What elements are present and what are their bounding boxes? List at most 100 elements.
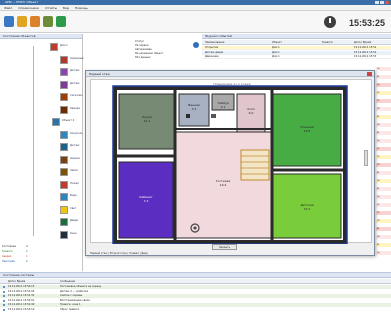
strip-cell[interactable]: Сб <box>376 219 391 223</box>
strip-cell[interactable]: Вт <box>376 75 391 79</box>
menu-item-reports[interactable]: Отчёты <box>45 6 57 10</box>
strip-cell[interactable]: Пт <box>376 99 391 103</box>
close-button[interactable] <box>385 1 389 4</box>
strip-cell[interactable]: Вс <box>376 115 391 119</box>
tree-item[interactable]: Сигнализ. <box>0 92 83 102</box>
strip-cell[interactable]: Пт <box>376 155 391 159</box>
close-dialog-button[interactable]: Закрыть <box>212 244 237 250</box>
tree-item[interactable]: Охранный <box>0 55 83 65</box>
log-message: Тревога: зона 1 <box>60 303 81 307</box>
log-row[interactable]: 15.12.2011 15:50:15 Постановка объекта на… <box>0 285 391 289</box>
column-header[interactable]: Дата / Время <box>8 279 25 284</box>
strip-cell[interactable]: Ср <box>376 139 391 143</box>
device-icon <box>60 230 68 239</box>
column-header[interactable]: Сообщение <box>60 279 75 284</box>
strip-cell[interactable]: Чт <box>376 203 391 207</box>
tree-connector <box>33 46 34 236</box>
strip-cell[interactable]: Пн <box>376 235 391 239</box>
legend-label: Тревога <box>2 250 13 253</box>
tree-item[interactable]: Вода <box>0 192 83 202</box>
strip-cell[interactable]: Сб <box>376 163 391 167</box>
tree-item[interactable]: Контроль <box>0 130 83 140</box>
journal-cell: Датчик двери <box>205 50 224 54</box>
menu-item-directories[interactable]: Справочники <box>18 6 39 10</box>
journal-row[interactable]: Датчик двери Дом 1 15.12.2011 15:52 <box>202 50 391 55</box>
strip-cell[interactable]: Вт <box>376 131 391 135</box>
menu-item-view[interactable]: Вид <box>63 6 69 10</box>
column-header[interactable]: Тревога <box>322 40 333 45</box>
dialog-title[interactable]: Первый этаж <box>86 71 374 77</box>
tree-item[interactable]: Датчик <box>0 142 83 152</box>
log-message: Датчик 2 — сработка <box>60 289 89 293</box>
column-header[interactable]: Дата / Время <box>354 40 371 45</box>
device-icon <box>60 205 68 214</box>
camera-lens <box>193 226 197 230</box>
prop-row: Нет данных <box>135 56 151 59</box>
menu-item-file[interactable]: Файл <box>4 6 12 10</box>
sensor-icon[interactable] <box>186 114 190 118</box>
tree-item-label: Дом 1 <box>60 44 68 47</box>
tree-item[interactable]: Охрана <box>0 155 83 165</box>
tree-item-label: Камера <box>70 106 80 110</box>
log-row[interactable]: 15.12.2011 15:52:01 Восстановление связи <box>0 298 391 303</box>
legend-row: Неисправ. 0 <box>2 259 72 264</box>
journal-header: Наименование Объект Тревога Дата / Время <box>202 40 391 45</box>
tree-item[interactable]: Датчик <box>0 67 83 77</box>
device-icon <box>60 93 68 101</box>
tree-item-label: Сигнализ. <box>70 94 84 97</box>
strip-cell[interactable]: Вт <box>376 243 391 247</box>
log-row[interactable]: 15.12.2011 15:52:40 Тревога: зона 1 <box>0 303 391 308</box>
check-icon[interactable] <box>56 16 66 27</box>
tree-item-label: Окна <box>70 231 77 235</box>
calendar-strip: Пн Вт Ср Чт Пт Сб Вс Пн Вт Ср Чт Пт Сб Вс Пн Вт Ср Чт Пт Сб… <box>376 67 391 267</box>
tree-item[interactable]: Пожар <box>0 180 83 190</box>
key-icon[interactable] <box>17 16 27 27</box>
tree-item[interactable]: Датчик <box>0 80 83 90</box>
strip-cell[interactable]: Пн <box>376 179 391 183</box>
house-icon[interactable] <box>4 16 14 27</box>
strip-cell[interactable]: Ср <box>376 251 391 255</box>
maximize-button[interactable] <box>380 1 384 4</box>
column-header[interactable]: Объект <box>272 40 282 45</box>
strip-cell[interactable]: Вт <box>376 187 391 191</box>
device-icon <box>60 130 68 139</box>
journal-row[interactable]: Открытие Дом 1 15.12.2011 15:52 <box>202 46 391 50</box>
info-icon <box>3 299 5 302</box>
floor-plan: Планировка 1-го этажа Кухня 11.1 Гостина… <box>90 79 372 244</box>
log-message: Сброс тревоги <box>60 308 80 311</box>
strip-cell[interactable]: Ср <box>376 83 391 87</box>
tree-item[interactable]: Камера <box>0 105 83 115</box>
column-header[interactable]: Наименование <box>205 40 224 45</box>
strip-cell[interactable]: Пн <box>376 67 391 71</box>
strip-cell[interactable]: Пн <box>376 123 391 127</box>
info-icon[interactable] <box>193 42 199 48</box>
minimize-button[interactable] <box>375 1 379 4</box>
legend-label: Состояние <box>2 245 16 248</box>
close-icon[interactable] <box>367 72 372 76</box>
power-icon[interactable] <box>324 16 336 28</box>
tree-item[interactable]: Окна <box>0 230 83 240</box>
journal-row[interactable]: Движение Дом 1 15.12.2011 15:53 <box>202 55 391 59</box>
gear-icon[interactable] <box>43 16 53 27</box>
log-row[interactable]: 15.12.2011 15:51:02 Датчик 2 — сработка <box>0 289 391 294</box>
tree-item[interactable]: Свет <box>0 205 83 215</box>
strip-cell[interactable]: Вс <box>376 227 391 231</box>
strip-cell[interactable]: Чт <box>376 147 391 151</box>
sensor-icon[interactable] <box>211 114 216 118</box>
log-row[interactable]: 15.12.2011 15:53:10 Сброс тревоги <box>0 308 391 312</box>
strip-cell[interactable]: Пт <box>376 211 391 215</box>
tree-item[interactable]: Замок <box>0 167 83 177</box>
strip-cell[interactable]: Вс <box>376 171 391 175</box>
zoom-slider[interactable] <box>364 150 368 166</box>
strip-cell[interactable]: Ср <box>376 195 391 199</box>
pencil-icon[interactable] <box>30 16 40 27</box>
tree-item[interactable]: Объект 2 <box>0 117 83 127</box>
tree-item[interactable]: Дом 1 <box>0 42 83 52</box>
tree-item[interactable]: Двери <box>0 217 83 227</box>
strip-cell[interactable]: Чт <box>376 91 391 95</box>
menu-item-help[interactable]: Помощь <box>75 6 88 10</box>
tree-item-label: Свет <box>70 206 77 210</box>
strip-cell[interactable]: Сб <box>376 107 391 111</box>
floor-tabs[interactable]: Первый этаж | Второй этаж | Подвал | Дво… <box>90 251 372 256</box>
log-row[interactable]: 15.12.2011 15:51:33 Снятие с охраны <box>0 294 391 299</box>
